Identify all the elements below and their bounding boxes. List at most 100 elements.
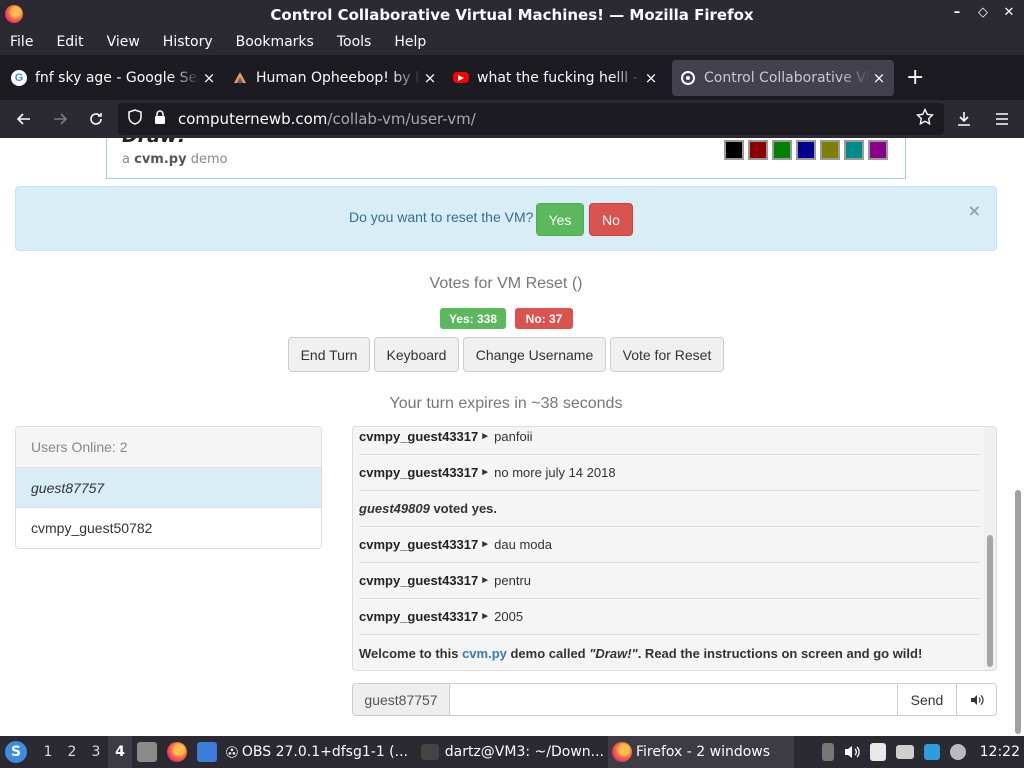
app-subtitle: a cvm.py demo: [122, 152, 228, 167]
palette-swatch[interactable]: [820, 140, 840, 160]
menu-edit[interactable]: Edit: [56, 34, 83, 50]
firefox-logo-icon: [5, 5, 23, 23]
menu-tools[interactable]: Tools: [337, 34, 372, 50]
address-bar[interactable]: computernewb.com/collab-vm/user-vm/: [118, 103, 944, 135]
menu-view[interactable]: View: [107, 34, 140, 50]
close-alert-button[interactable]: ×: [968, 201, 981, 220]
workspace-2[interactable]: 2: [60, 744, 84, 760]
chat-text: dau moda: [494, 537, 552, 552]
forward-button[interactable]: [42, 104, 78, 134]
tab-google-search[interactable]: G fnf sky age - Google Search ×: [3, 60, 224, 96]
volume-icon[interactable]: [844, 744, 860, 760]
minimize-button[interactable]: –: [950, 5, 964, 20]
debian-menu-icon[interactable]: S: [5, 741, 27, 763]
color-palette: [724, 138, 888, 160]
palette-swatch[interactable]: [796, 140, 816, 160]
subtitle-brand: cvm.py: [134, 152, 187, 167]
tab-close-button[interactable]: ×: [423, 69, 437, 87]
chat-input[interactable]: [450, 683, 898, 716]
chat-message: cvmpy_guest43317 ► 2005: [359, 599, 979, 635]
youtube-icon: [453, 72, 469, 83]
palette-swatch[interactable]: [844, 140, 864, 160]
users-online-header: Users Online: 2: [16, 427, 321, 468]
palette-swatch[interactable]: [748, 140, 768, 160]
palette-swatch[interactable]: [772, 140, 792, 160]
tab-youtube[interactable]: what the fucking helll - YouTube ×: [445, 60, 666, 96]
change-username-button[interactable]: Change Username: [463, 337, 606, 372]
url-path: /collab-vm/user-vm/: [327, 110, 476, 128]
desktop-icon[interactable]: [197, 742, 217, 762]
page-scrollbar-thumb[interactable]: [1015, 490, 1021, 734]
chat-message: guest49809 voted yes.: [359, 491, 979, 527]
tab-label: Human Opheebop! by Dr: [256, 69, 421, 86]
tab-close-button[interactable]: ×: [644, 69, 658, 87]
tab-label: fnf sky age - Google Search: [35, 69, 200, 86]
votes-title: Votes for VM Reset (): [429, 275, 583, 292]
back-button[interactable]: [6, 104, 42, 134]
battery-icon[interactable]: [821, 743, 834, 761]
collabvm-icon: [680, 70, 696, 86]
chat-text: panfoii: [494, 429, 533, 444]
lock-icon[interactable]: [154, 109, 166, 129]
vote-no-button[interactable]: No: [589, 203, 633, 236]
tab-human-opheebop[interactable]: Human Opheebop! by Dr ×: [224, 60, 445, 96]
new-tab-button[interactable]: +: [906, 65, 924, 90]
chat-scrollbar[interactable]: [984, 427, 996, 670]
maximize-button[interactable]: ◇: [976, 5, 990, 20]
welcome-link[interactable]: cvm.py: [462, 646, 507, 661]
menu-history[interactable]: History: [163, 34, 213, 50]
task-obs[interactable]: OBS 27.0.1+dfsg1-1 (...: [222, 736, 412, 768]
chat-arrow-icon: ►: [480, 575, 491, 586]
firefox-launcher-icon[interactable]: [167, 742, 187, 762]
reload-button[interactable]: [78, 104, 114, 134]
task-firefox[interactable]: Firefox - 2 windows: [608, 736, 794, 768]
keyboard-button[interactable]: Keyboard: [374, 337, 459, 372]
sound-toggle-button[interactable]: [957, 683, 997, 716]
vote-for-reset-button[interactable]: Vote for Reset: [610, 337, 724, 372]
send-button[interactable]: Send: [898, 683, 957, 716]
chat-message: cvmpy_guest43317 ► pentru: [359, 563, 979, 599]
tab-collab-vm[interactable]: Control Collaborative Virtual ×: [672, 59, 894, 96]
chat-nick: cvmpy_guest43317: [359, 429, 479, 444]
palette-swatch[interactable]: [724, 140, 744, 160]
close-window-button[interactable]: ✕: [1002, 5, 1016, 20]
task-terminal[interactable]: dartz@VM3: ~/Down...: [412, 736, 608, 768]
chat-arrow-icon: ►: [480, 431, 491, 442]
menu-help[interactable]: Help: [394, 34, 426, 50]
user-list-item[interactable]: guest87757: [16, 468, 321, 508]
chat-scrollbar-thumb[interactable]: [987, 535, 993, 667]
chat-message: cvmpy_guest43317 ► dau moda: [359, 527, 979, 563]
workspace-4[interactable]: 4: [108, 736, 132, 768]
shield-icon[interactable]: [128, 109, 142, 129]
tab-close-button[interactable]: ×: [202, 69, 216, 87]
file-manager-icon[interactable]: [137, 742, 157, 762]
menu-file[interactable]: File: [10, 34, 33, 50]
menu-bar: File Edit View History Bookmarks Tools H…: [0, 29, 1024, 55]
tab-label: what the fucking helll - YouTube: [477, 69, 642, 86]
workspace-1[interactable]: 1: [36, 744, 60, 760]
bookmark-star-icon[interactable]: [915, 107, 935, 131]
chat-nick: cvmpy_guest43317: [359, 465, 479, 480]
workspace-3[interactable]: 3: [84, 744, 108, 760]
display-icon[interactable]: [895, 745, 914, 759]
app-menu-button[interactable]: [990, 104, 1014, 134]
tab-label: Control Collaborative Virtual: [704, 69, 870, 86]
tab-close-button[interactable]: ×: [872, 69, 886, 87]
end-turn-button[interactable]: End Turn: [288, 337, 370, 372]
url-host: computernewb.com: [178, 110, 328, 128]
menu-bookmarks[interactable]: Bookmarks: [236, 34, 314, 50]
speaker-icon: [970, 694, 984, 705]
task-label: OBS 27.0.1+dfsg1-1 (...: [241, 744, 408, 760]
users-panel: Users Online: 2 guest87757 cvmpy_guest50…: [15, 426, 322, 549]
clipboard-icon[interactable]: [869, 743, 886, 761]
window-title: Control Collaborative Virtual Machines! …: [270, 5, 754, 24]
palette-swatch[interactable]: [868, 140, 888, 160]
network-icon[interactable]: [949, 744, 966, 760]
chat-nick: cvmpy_guest43317: [359, 609, 479, 624]
notification-icon[interactable]: [923, 744, 940, 760]
vote-yes-button[interactable]: Yes: [536, 203, 584, 236]
page-scrollbar[interactable]: [1012, 138, 1024, 736]
downloads-button[interactable]: [952, 104, 976, 134]
system-tray: 12:22: [821, 736, 1024, 768]
user-list-item[interactable]: cvmpy_guest50782: [16, 508, 321, 548]
